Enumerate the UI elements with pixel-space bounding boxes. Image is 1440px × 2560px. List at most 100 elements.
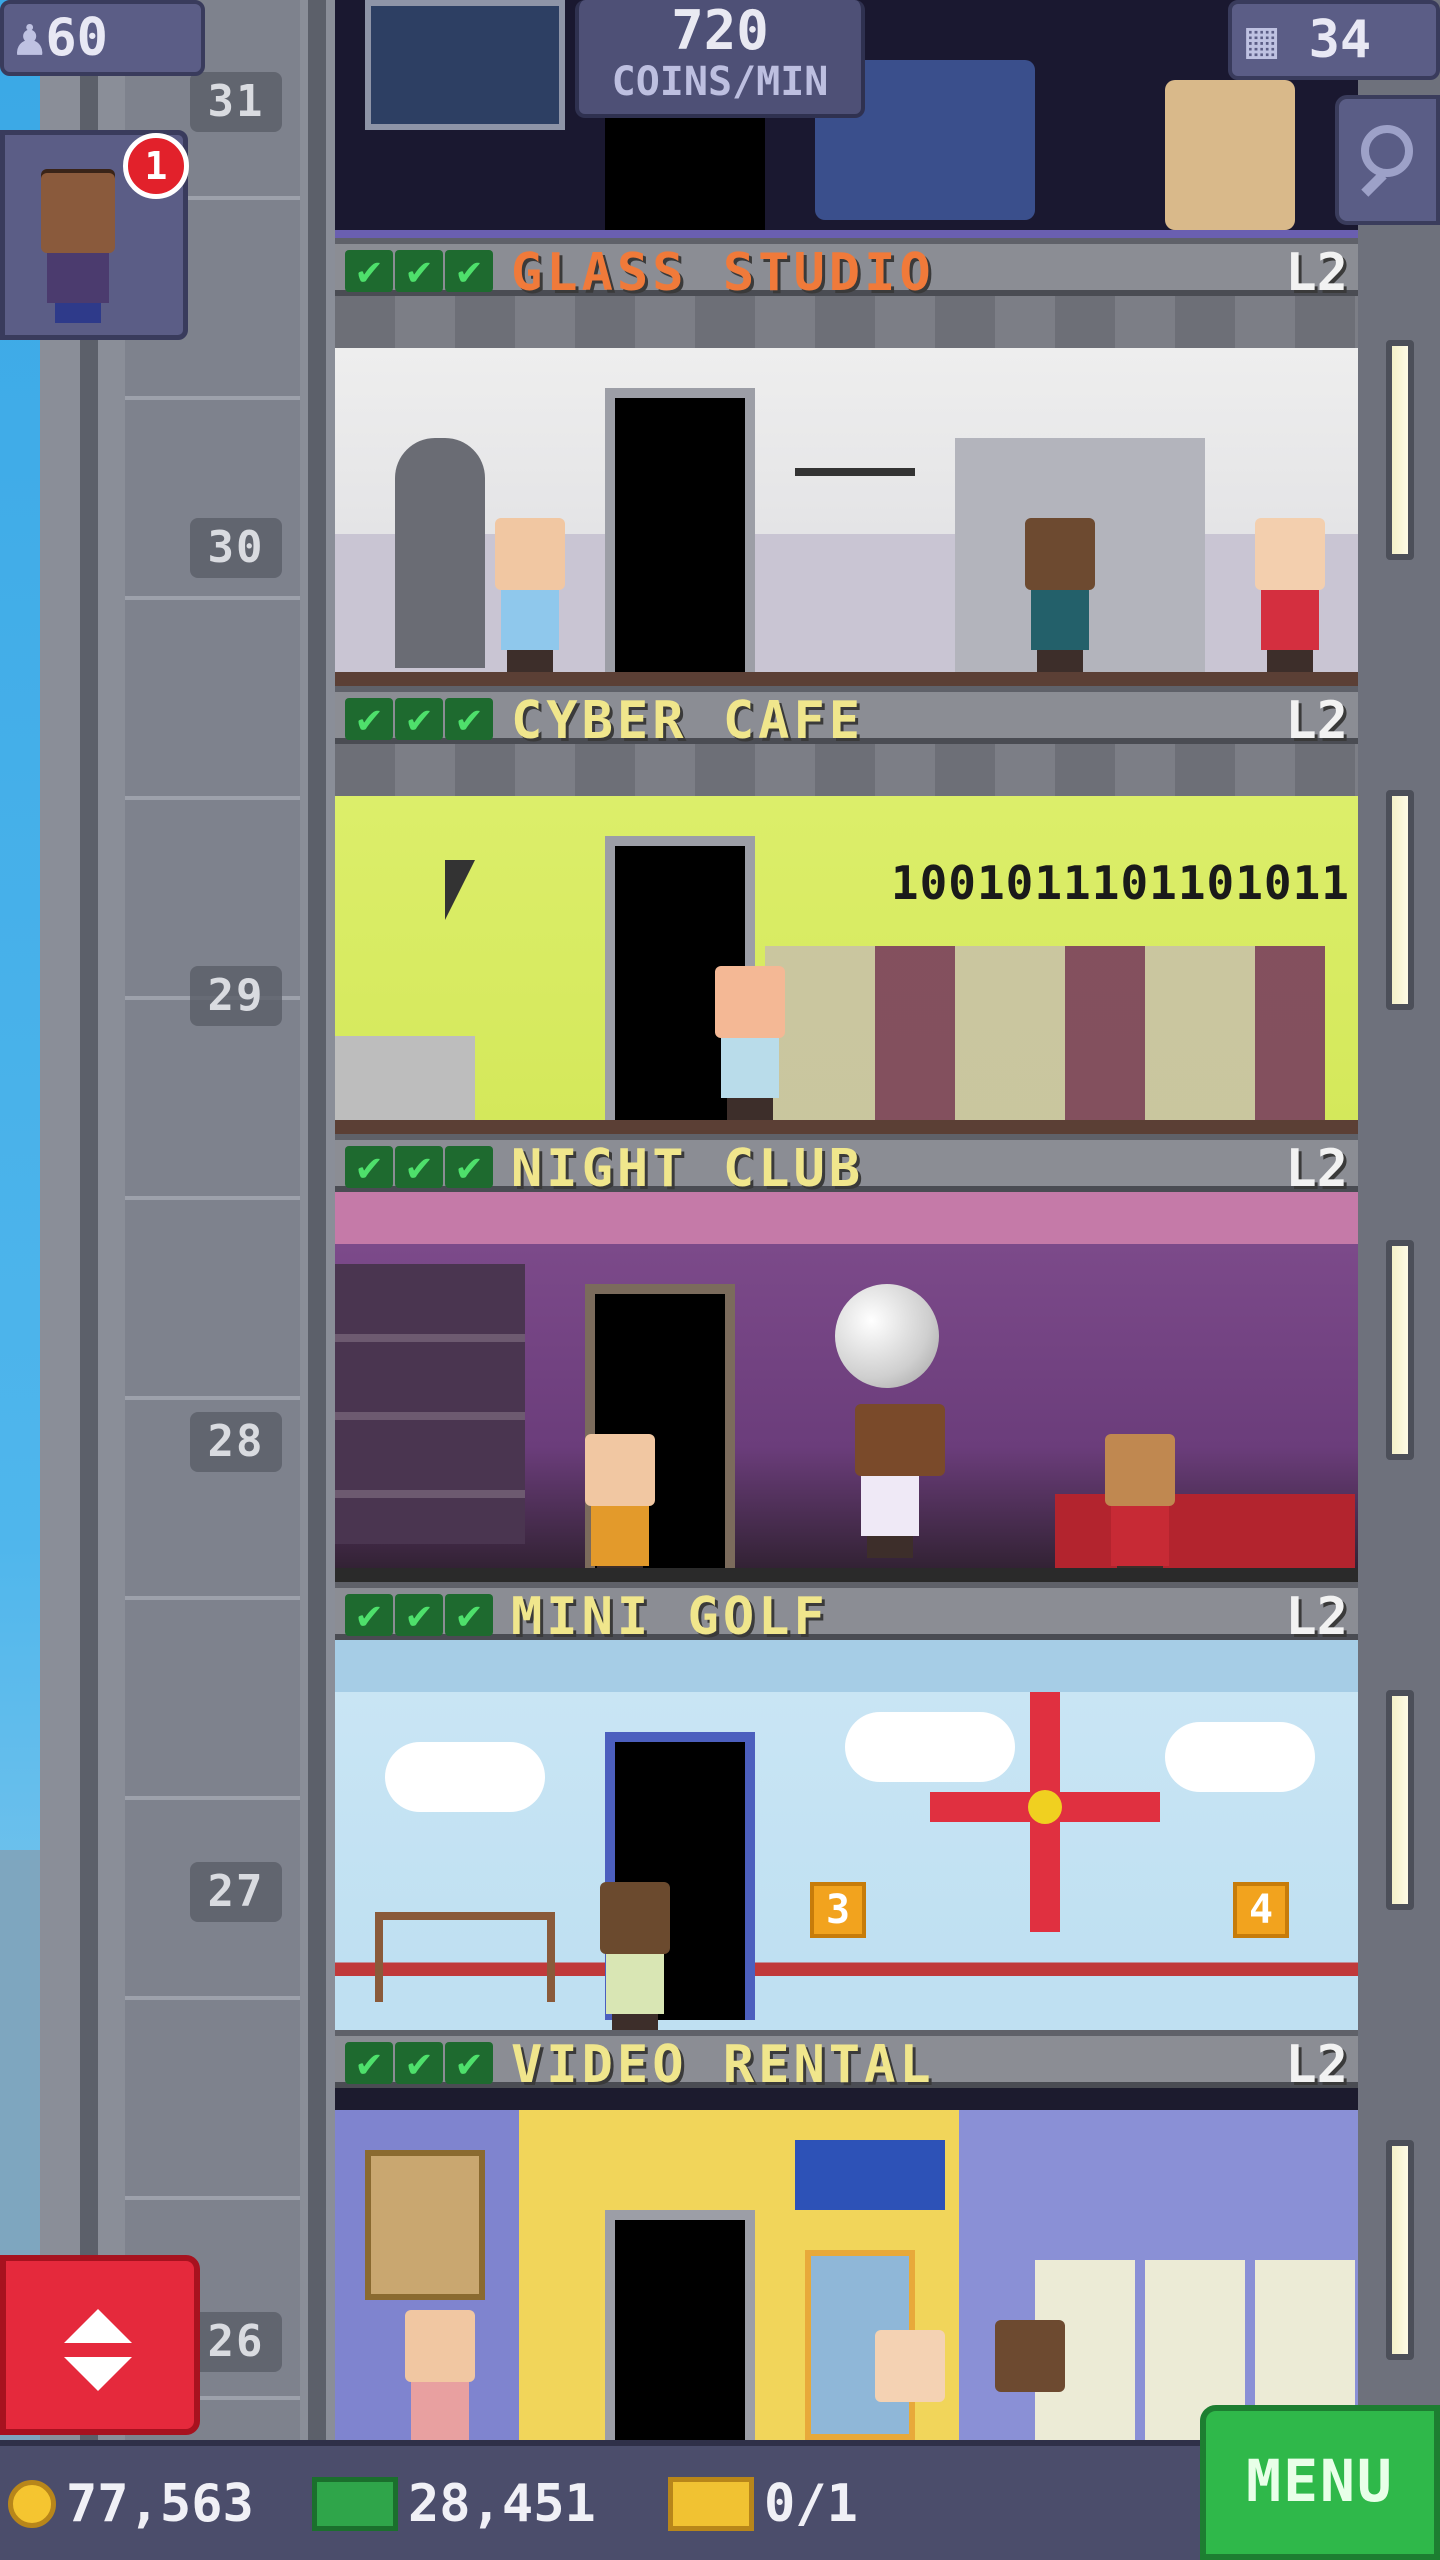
shaft-rail — [308, 0, 326, 2440]
floor-name: GLASS STUDIO — [511, 243, 935, 303]
binary-wall-text: 1001011101101011 — [890, 856, 1350, 910]
tower-window — [1386, 340, 1414, 560]
floor-interior[interactable] — [335, 348, 1358, 686]
floor-ceiling — [335, 296, 1358, 348]
floor-level: L2 — [1285, 691, 1348, 751]
shaft-rail — [80, 0, 98, 2440]
floor-night-club[interactable]: ✔ ✔ ✔ NIGHT CLUB L2 — [335, 1134, 1358, 1588]
visitor-avatar — [41, 173, 115, 253]
tower-window — [1386, 1240, 1414, 1460]
visitor-notification[interactable]: 1 — [0, 130, 189, 340]
floor-interior[interactable]: 3 4 — [335, 1692, 1358, 2036]
computer-desks — [765, 946, 1325, 1126]
floor-counter[interactable]: ▦ 34 — [1228, 0, 1440, 80]
tickets-value: 0/1 — [764, 2474, 858, 2534]
disco-ball — [835, 1284, 939, 1388]
hole-number-flag: 3 — [810, 1882, 866, 1938]
check-icon: ✔ — [345, 2042, 393, 2084]
floor-base — [335, 1568, 1358, 1582]
arrow-up-icon — [64, 2309, 132, 2343]
floor-interior[interactable] — [335, 1244, 1358, 1588]
population-counter[interactable]: ♟60 — [0, 0, 205, 76]
floor-count-value: 34 — [1308, 10, 1372, 70]
check-icon: ✔ — [395, 1594, 443, 1636]
tower-window — [1386, 790, 1414, 1010]
elevator-floor-number: 30 — [190, 518, 282, 578]
floor-interior[interactable] — [335, 2110, 1358, 2442]
floor-cyber-cafe[interactable]: ✔ ✔ ✔ CYBER CAFE L2 1001011101101011 — [335, 686, 1358, 1134]
coins-per-minute-unit: COINS/MIN — [611, 59, 829, 105]
bitizen[interactable] — [715, 966, 785, 1120]
check-icon: ✔ — [445, 2042, 493, 2084]
floor-video-rental[interactable]: ✔ ✔ ✔ VIDEO RENTAL L2 — [335, 2030, 1358, 2442]
elevator-shaft[interactable]: 31 30 29 28 27 26 — [40, 0, 335, 2440]
bitizen[interactable] — [495, 518, 565, 672]
floor-door — [605, 110, 765, 230]
check-icon: ✔ — [445, 250, 493, 292]
elevator-floor-number: 27 — [190, 1862, 282, 1922]
bitizen[interactable] — [1255, 518, 1325, 672]
stock-checks: ✔ ✔ ✔ — [345, 250, 493, 292]
bux-value: 28,451 — [408, 2474, 596, 2534]
search-icon — [1361, 125, 1413, 177]
population-value: 60 — [45, 8, 108, 68]
bitizen[interactable] — [1165, 80, 1295, 230]
wall-monitor — [365, 0, 565, 130]
tickets-display[interactable]: 0/1 — [668, 2464, 858, 2544]
check-icon: ✔ — [445, 1594, 493, 1636]
floor-name: NIGHT CLUB — [511, 1139, 865, 1199]
check-icon: ✔ — [445, 698, 493, 740]
person-icon: ♟ — [14, 8, 46, 68]
bar-shelves — [335, 1264, 525, 1544]
tower-window — [1386, 1690, 1414, 1910]
bitizen[interactable] — [1025, 518, 1095, 672]
floor-interior[interactable]: 1001011101101011 — [335, 796, 1358, 1134]
ticket-sign — [795, 2140, 945, 2210]
bux-icon — [312, 2477, 398, 2531]
check-icon: ✔ — [395, 1146, 443, 1188]
elevator-floor-number: 28 — [190, 1412, 282, 1472]
floor-mini-golf[interactable]: ✔ ✔ ✔ MINI GOLF L2 3 4 — [335, 1582, 1358, 2036]
elevator-floor-number: 29 — [190, 966, 282, 1026]
floor-door — [605, 2210, 755, 2440]
coin-icon — [8, 2480, 56, 2528]
floor-header: ✔ ✔ ✔ NIGHT CLUB L2 — [335, 1134, 1358, 1199]
floor-name: VIDEO RENTAL — [511, 2035, 935, 2095]
building-icon: ▦ — [1246, 10, 1278, 70]
floor-ceiling — [335, 744, 1358, 796]
bitizen[interactable] — [1105, 1434, 1175, 1588]
notification-badge: 1 — [123, 133, 189, 199]
coins-per-minute: 720 COINS/MIN — [575, 0, 865, 118]
bux-display[interactable]: 28,451 — [312, 2464, 596, 2544]
floor-level: L2 — [1285, 1139, 1348, 1199]
bitizen[interactable] — [405, 2310, 475, 2442]
floor-level: L2 — [1285, 243, 1348, 303]
floor-ceiling — [335, 1640, 1358, 1692]
bitizen[interactable] — [875, 2330, 945, 2402]
floor-header: ✔ ✔ ✔ MINI GOLF L2 — [335, 1582, 1358, 1643]
bitizen[interactable] — [600, 1882, 670, 2036]
check-icon: ✔ — [445, 1146, 493, 1188]
hole-number-flag: 4 — [1233, 1882, 1289, 1938]
stock-checks: ✔ ✔ ✔ — [345, 1594, 493, 1636]
floor-header: ✔ ✔ ✔ CYBER CAFE L2 — [335, 686, 1358, 751]
bitizen[interactable] — [995, 2320, 1065, 2392]
search-button[interactable] — [1335, 95, 1440, 225]
check-icon: ✔ — [345, 250, 393, 292]
coins-display[interactable]: 77,563 — [8, 2464, 254, 2544]
bitizen[interactable] — [585, 1434, 655, 1588]
bitizen[interactable] — [855, 1404, 945, 1558]
check-icon: ✔ — [345, 698, 393, 740]
windmill — [930, 1692, 1160, 1992]
floor-base — [335, 1120, 1358, 1134]
stock-checks: ✔ ✔ ✔ — [345, 1146, 493, 1188]
elevator-floor-number: 26 — [190, 2312, 282, 2372]
floor-header: ✔ ✔ ✔ VIDEO RENTAL L2 — [335, 2030, 1358, 2095]
lounge-sofa — [1055, 1494, 1355, 1574]
tool-rack — [795, 468, 915, 578]
elevator-button[interactable] — [0, 2255, 200, 2435]
floor-glass-studio[interactable]: ✔ ✔ ✔ GLASS STUDIO L2 — [335, 238, 1358, 686]
menu-button[interactable]: MENU — [1200, 2405, 1440, 2560]
cloud-decor — [1165, 1722, 1315, 1792]
cloud-decor — [385, 1742, 545, 1812]
